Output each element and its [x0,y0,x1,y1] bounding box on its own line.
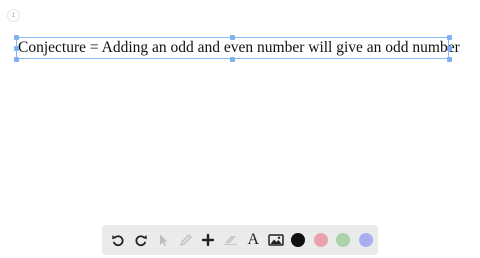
select-arrow-icon [160,234,168,246]
resize-handle-top-center[interactable] [230,35,235,40]
resize-handle-bottom-left[interactable] [14,57,19,62]
color-swatch-green [336,233,351,247]
resize-handle-top-right[interactable] [447,35,452,40]
image-button[interactable] [265,225,288,255]
text-button[interactable]: A [242,225,265,255]
color-blue-button[interactable] [355,225,378,255]
resize-handle-bottom-right[interactable] [447,57,452,62]
text-icon: A [247,231,260,248]
resize-handle-bottom-center[interactable] [230,57,235,62]
color-green-button[interactable] [332,225,355,255]
undo-icon [112,235,124,247]
undo-button[interactable] [107,225,130,255]
color-black-button[interactable] [287,225,310,255]
resize-handle-middle-left[interactable] [14,46,19,51]
pencil-icon [179,234,192,246]
add-button[interactable] [197,225,220,255]
resize-handle-middle-right[interactable] [447,46,452,51]
color-swatch-red [313,233,328,247]
redo-button[interactable] [130,225,153,255]
color-swatch-blue [358,233,373,247]
color-swatch-black [291,233,306,247]
resize-handle-top-left[interactable] [14,35,19,40]
page-number: 1 [11,12,16,19]
image-icon [268,234,284,246]
add-icon [202,233,215,247]
pencil-button[interactable] [175,225,198,255]
page-indicator[interactable]: 1 [7,9,20,22]
eraser-icon [224,236,237,246]
drawing-toolbar: A [102,225,378,255]
select-button[interactable] [152,225,175,255]
redo-icon [135,235,147,247]
color-red-button[interactable] [310,225,333,255]
text-box-content[interactable]: Conjecture = Adding an odd and even numb… [18,38,460,58]
eraser-button[interactable] [220,225,243,255]
